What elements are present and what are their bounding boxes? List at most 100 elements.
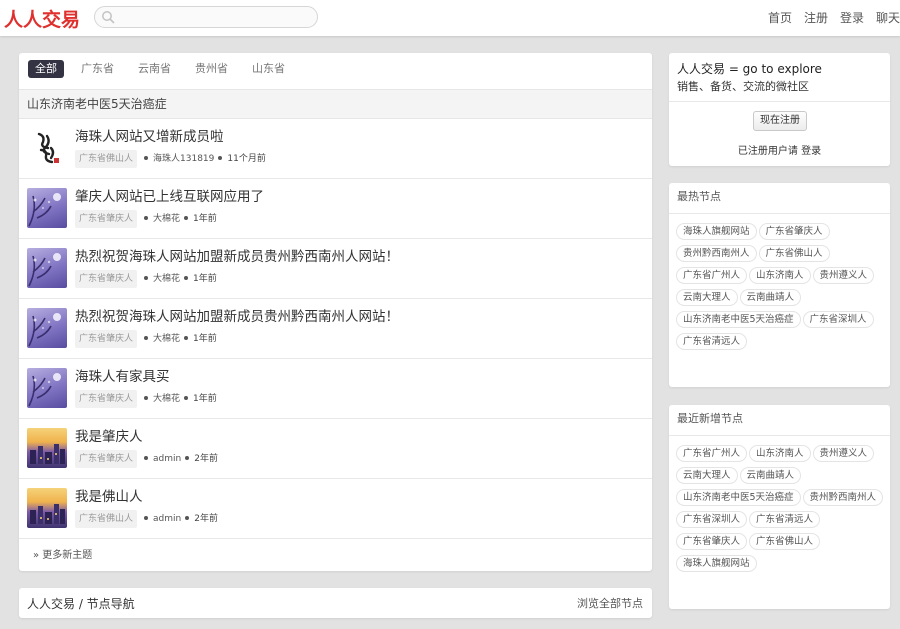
separator-dot (144, 396, 149, 400)
node-tag[interactable]: 山东济南老中医5天治癌症 (676, 311, 801, 328)
node-tag[interactable]: 贵州遵义人 (812, 267, 875, 284)
welcome-slogan: 人人交易 = go to explore (677, 62, 822, 76)
more-topics-link[interactable]: » 更多新主题 (33, 546, 92, 561)
topic-thumbnail[interactable] (27, 428, 67, 468)
node-tag[interactable]: 广东省深圳人 (802, 311, 874, 328)
topic-node-tag[interactable]: 广东省佛山人 (75, 150, 138, 168)
search-input[interactable] (94, 6, 318, 28)
topic-time: 2年前 (194, 454, 218, 464)
topic-meta: 广东省肇庆人 大棉花 1年前 (75, 330, 217, 348)
topic-node-tag[interactable]: 广东省肇庆人 (75, 210, 138, 228)
node-tag[interactable]: 广东省广州人 (676, 445, 748, 462)
node-tag[interactable]: 海珠人旗舰网站 (676, 223, 757, 240)
new-nodes-tags: 广东省广州人 山东济南人 贵州遵义人云南大理人 云南曲靖人山东济南老中医5天治癌症 贵州… (669, 436, 890, 577)
node-tag[interactable]: 山东济南人 (749, 445, 811, 462)
tab-guizhou[interactable]: 贵州省 (188, 60, 235, 78)
separator-dot (184, 216, 189, 220)
new-nodes-title: 最近新增节点 (669, 405, 890, 436)
node-tag[interactable]: 贵州黔西南州人 (676, 245, 757, 262)
separator-dot (144, 336, 149, 340)
node-tag[interactable]: 贵州黔西南州人 (802, 489, 884, 506)
top-bar: 人人交易 首页 注册 登录 聊天 (0, 0, 900, 36)
hot-nodes-tags: 海珠人旗舰网站 广东省肇庆人贵州黔西南州人 广东省佛山人广东省广州人 山东济南人 贵州遵… (669, 214, 890, 355)
topic-thumbnail[interactable] (27, 488, 67, 528)
topic-node-tag[interactable]: 广东省佛山人 (75, 510, 138, 528)
topic-row[interactable]: 热烈祝贺海珠人网站加盟新成员贵州黔西南州人网站！ 广东省肇庆人 大棉花 1年前 (19, 299, 652, 359)
topic-author[interactable]: 大棉花 (153, 394, 180, 404)
topic-node-tag[interactable]: 广东省肇庆人 (75, 450, 138, 468)
topic-title[interactable]: 我是佛山人 (75, 485, 143, 505)
topic-title[interactable]: 我是肇庆人 (75, 425, 143, 445)
topic-node-tag[interactable]: 广东省肇庆人 (75, 270, 138, 288)
sub-node-header[interactable]: 山东济南老中医5天治癌症 (19, 89, 652, 119)
topic-title[interactable]: 海珠人网站又增新成员啦 (75, 125, 224, 145)
topic-author[interactable]: 海珠人131819 (153, 154, 214, 164)
separator-dot (184, 276, 189, 280)
node-tag[interactable]: 广东省清远人 (749, 511, 821, 528)
separator-dot (144, 216, 149, 220)
divider (669, 101, 890, 102)
topic-title[interactable]: 肇庆人网站已上线互联网应用了 (75, 185, 264, 205)
node-tabs: 全部 广东省 云南省 贵州省 山东省 (19, 53, 652, 89)
topic-thumbnail[interactable] (27, 368, 67, 408)
node-tag[interactable]: 云南大理人 (676, 289, 738, 306)
node-tag[interactable]: 广东省广州人 (676, 267, 748, 284)
node-tag[interactable]: 广东省清远人 (676, 333, 748, 350)
topic-title[interactable]: 热烈祝贺海珠人网站加盟新成员贵州黔西南州人网站！ (75, 305, 399, 325)
node-tag[interactable]: 贵州遵义人 (812, 445, 875, 462)
topic-author[interactable]: admin (153, 454, 181, 464)
node-tag[interactable]: 云南大理人 (676, 467, 738, 484)
top-nav: 首页 注册 登录 聊天 (756, 9, 900, 26)
topic-author[interactable]: 大棉花 (153, 214, 180, 224)
topic-time: 1年前 (193, 334, 217, 344)
tab-shandong[interactable]: 山东省 (245, 60, 292, 78)
nav-home[interactable]: 首页 (768, 11, 792, 25)
topic-time: 1年前 (193, 214, 217, 224)
node-tag[interactable]: 海珠人旗舰网站 (676, 555, 757, 572)
topic-thumbnail[interactable] (27, 128, 67, 168)
topic-row[interactable]: 热烈祝贺海珠人网站加盟新成员贵州黔西南州人网站！ 广东省肇庆人 大棉花 1年前 (19, 239, 652, 299)
topic-meta: 广东省肇庆人 大棉花 1年前 (75, 270, 217, 288)
node-tag[interactable]: 广东省佛山人 (758, 245, 830, 262)
topic-time: 11个月前 (227, 154, 266, 164)
topic-author[interactable]: 大棉花 (153, 334, 180, 344)
separator-dot (144, 276, 149, 280)
separator-dot (185, 516, 190, 520)
site-logo[interactable]: 人人交易 (4, 5, 80, 32)
nav-login[interactable]: 登录 (840, 11, 864, 25)
separator-dot (144, 516, 149, 520)
topic-row[interactable]: 海珠人有家具买 广东省肇庆人 大棉花 1年前 (19, 359, 652, 419)
topic-node-tag[interactable]: 广东省肇庆人 (75, 390, 138, 408)
node-tag[interactable]: 广东省肇庆人 (758, 223, 830, 240)
topic-row[interactable]: 肇庆人网站已上线互联网应用了 广东省肇庆人 大棉花 1年前 (19, 179, 652, 239)
tab-all[interactable]: 全部 (28, 60, 64, 78)
topic-thumbnail[interactable] (27, 188, 67, 228)
node-tag[interactable]: 山东济南老中医5天治癌症 (676, 489, 801, 506)
topic-row[interactable]: 我是肇庆人广东省肇庆人 admin 2年前 (19, 419, 652, 479)
topic-thumbnail[interactable] (27, 308, 67, 348)
node-tag[interactable]: 广东省佛山人 (749, 533, 821, 550)
topic-author[interactable]: 大棉花 (153, 274, 180, 284)
topic-row[interactable]: 海珠人网站又增新成员啦 广东省佛山人 海珠人131819 11个月前 (19, 119, 652, 179)
tab-yunnan[interactable]: 云南省 (131, 60, 178, 78)
separator-dot (144, 156, 149, 160)
node-tag[interactable]: 山东济南人 (749, 267, 811, 284)
nav-register[interactable]: 注册 (804, 11, 828, 25)
node-tag[interactable]: 云南曲靖人 (739, 467, 802, 484)
topic-author[interactable]: admin (153, 514, 181, 524)
login-prompt[interactable]: 已注册用户请 登录 (669, 142, 890, 157)
node-tag[interactable]: 广东省深圳人 (676, 511, 748, 528)
topic-title[interactable]: 热烈祝贺海珠人网站加盟新成员贵州黔西南州人网站！ (75, 245, 399, 265)
topic-title[interactable]: 海珠人有家具买 (75, 365, 170, 385)
topic-row[interactable]: 我是佛山人 广东省佛山人 admin 2年前 (19, 479, 652, 539)
tab-guangdong[interactable]: 广东省 (74, 60, 121, 78)
signup-button[interactable]: 现在注册 (753, 111, 807, 131)
topic-thumbnail[interactable] (27, 248, 67, 288)
topic-node-tag[interactable]: 广东省肇庆人 (75, 330, 138, 348)
hot-nodes-card: 最热节点 海珠人旗舰网站 广东省肇庆人贵州黔西南州人 广东省佛山人广东省广州人 山东济… (669, 183, 890, 387)
browse-all-nodes-link[interactable]: 浏览全部节点 (577, 595, 643, 611)
topic-meta: 广东省肇庆人 admin 2年前 (75, 450, 218, 468)
node-tag[interactable]: 云南曲靖人 (739, 289, 802, 306)
node-tag[interactable]: 广东省肇庆人 (676, 533, 748, 550)
nav-chat[interactable]: 聊天 (876, 11, 900, 25)
